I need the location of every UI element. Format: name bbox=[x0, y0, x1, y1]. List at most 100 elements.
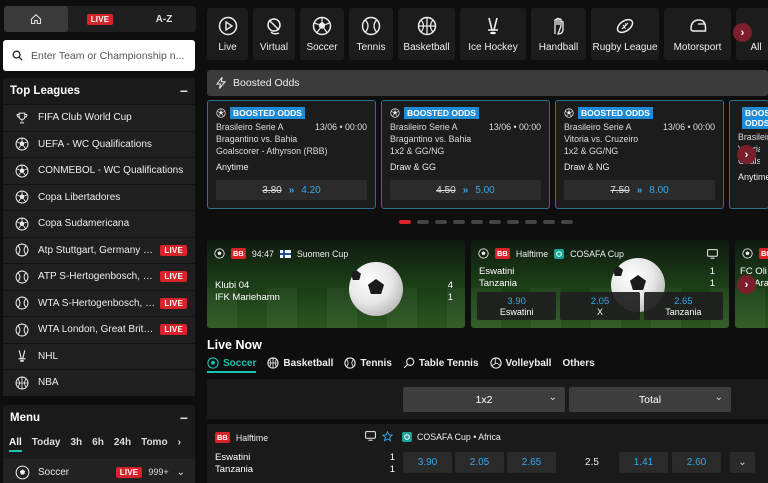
league-item[interactable]: Copa Sudamericana bbox=[3, 210, 195, 237]
sports-next-button[interactable]: › bbox=[733, 23, 752, 42]
tv-icon[interactable] bbox=[365, 431, 376, 441]
helmet-icon bbox=[689, 18, 706, 32]
tab-basketball[interactable]: Basketball bbox=[267, 357, 333, 373]
collapse-icon[interactable]: − bbox=[180, 410, 188, 426]
sport-label: Ice Hockey bbox=[468, 41, 518, 53]
carousel-dot[interactable] bbox=[507, 220, 519, 224]
live-tab[interactable]: LIVE bbox=[68, 6, 132, 32]
carousel-dot[interactable] bbox=[489, 220, 501, 224]
bb-badge: BB bbox=[759, 248, 768, 259]
tab-table-tennis[interactable]: Table Tennis bbox=[403, 357, 479, 373]
left-sidebar: LIVE A-Z Top Leagues − FIFA Club World C… bbox=[0, 0, 200, 483]
odds-button-under[interactable]: 2.60 bbox=[672, 452, 721, 473]
carousel-dot[interactable] bbox=[543, 220, 555, 224]
boosted-next-button[interactable]: › bbox=[737, 145, 756, 164]
league-item[interactable]: UEFA - WC Qualifications bbox=[3, 130, 195, 157]
home-team: Klubi 04 bbox=[215, 280, 250, 291]
match-name: Vitoria vs. Cruzeiro bbox=[564, 134, 639, 144]
live-match-card[interactable]: BB 94:47 Suomen Cup Klubi 04 4 IFK Marieh… bbox=[207, 240, 465, 328]
tab-others[interactable]: Others bbox=[562, 357, 594, 373]
sport-tennis[interactable]: Tennis bbox=[349, 8, 393, 60]
expand-event-button[interactable]: ⌄ bbox=[730, 452, 755, 473]
carousel-dot[interactable] bbox=[453, 220, 465, 224]
league-item[interactable]: NHL bbox=[3, 342, 195, 369]
star-icon[interactable] bbox=[382, 431, 393, 442]
chevron-right-icon[interactable]: › bbox=[178, 437, 181, 448]
sport-label: Live bbox=[218, 41, 237, 53]
az-tab[interactable]: A-Z bbox=[132, 6, 196, 32]
carousel-dot[interactable] bbox=[471, 220, 483, 224]
odds-button-draw[interactable]: 2.05 bbox=[455, 452, 504, 473]
tv-icon[interactable] bbox=[707, 249, 718, 259]
carousel-dot[interactable] bbox=[435, 220, 447, 224]
sport-basketball[interactable]: Basketball bbox=[398, 8, 455, 60]
menu-tab-24h[interactable]: 24h bbox=[114, 437, 131, 448]
hockey-icon bbox=[488, 17, 498, 34]
boosted-odds-tag: BOOSTED ODDS bbox=[742, 107, 768, 129]
boosted-odds-button[interactable]: 3.80 » 4.20 bbox=[216, 180, 367, 200]
market-select[interactable]: 1x2 ⌄ bbox=[403, 387, 565, 412]
boosted-odds-button[interactable]: 7.50 » 8.00 bbox=[564, 180, 715, 200]
league-item[interactable]: WTA London, Great Britai... LIVE bbox=[3, 316, 195, 343]
boosted-odds-button[interactable]: 4.50 » 5.00 bbox=[390, 180, 541, 200]
search-box bbox=[3, 40, 195, 71]
sport-live[interactable]: Live bbox=[207, 8, 248, 60]
sport-motorsport[interactable]: Motorsport bbox=[664, 8, 731, 60]
league-item[interactable]: ATP S-Hertogenbosch, Ne... LIVE bbox=[3, 263, 195, 290]
odds-button-over[interactable]: 1.41 bbox=[619, 452, 668, 473]
search-input[interactable] bbox=[31, 49, 191, 62]
double-chevron-icon: » bbox=[288, 184, 295, 196]
league-item[interactable]: Copa Libertadores bbox=[3, 183, 195, 210]
carousel-dot[interactable] bbox=[417, 220, 429, 224]
sport-soccer[interactable]: Soccer bbox=[300, 8, 344, 60]
carousel-dot[interactable] bbox=[399, 220, 411, 224]
menu-tab-all[interactable]: All bbox=[9, 437, 22, 452]
tennis-icon bbox=[15, 323, 29, 337]
menu-item-soccer[interactable]: Soccer LIVE 999+ ⌄ bbox=[3, 459, 195, 483]
league-name: Copa Libertadores bbox=[38, 191, 121, 203]
odds-button-away[interactable]: 2.65 Tanzania bbox=[643, 292, 723, 320]
tab-volleyball[interactable]: Volleyball bbox=[489, 357, 551, 373]
boosted-odds-card[interactable]: BOOSTED ODDS Brasileiro Serie A 13/06 • 00… bbox=[381, 100, 550, 209]
menu-header[interactable]: Menu − bbox=[3, 405, 195, 431]
volleyball-icon bbox=[489, 357, 502, 369]
market-selection: Anytime bbox=[216, 162, 249, 172]
tab-soccer[interactable]: Soccer bbox=[207, 357, 257, 373]
sport-rugby-league[interactable]: Rugby League bbox=[591, 8, 659, 60]
menu-tab-tomorrow[interactable]: Tomo bbox=[141, 437, 167, 448]
live-event-row[interactable]: BB Halftime COSAFA Cup • Africa Eswatini… bbox=[207, 424, 768, 483]
sport-label: Motorsport bbox=[673, 41, 722, 53]
carousel-dot[interactable] bbox=[525, 220, 537, 224]
league-item[interactable]: WTA S-Hertogenbosch, Ne... LIVE bbox=[3, 289, 195, 316]
total-select[interactable]: Total ⌄ bbox=[569, 387, 731, 412]
league-item[interactable]: NBA bbox=[3, 369, 195, 396]
carousel-dot[interactable] bbox=[561, 220, 573, 224]
home-tab[interactable] bbox=[4, 6, 68, 32]
match-name: Bragantino vs. Bahia bbox=[390, 134, 472, 144]
menu-tab-6h[interactable]: 6h bbox=[92, 437, 104, 448]
live-match-card[interactable]: BB Halftime COSAFA Cup Eswatini 1 Tanzani… bbox=[471, 240, 729, 328]
odds-button-draw[interactable]: 2.05 X bbox=[560, 292, 640, 320]
live-cards-next-button[interactable]: › bbox=[737, 275, 756, 294]
league-item[interactable]: Atp Stuttgart, Germany M... LIVE bbox=[3, 236, 195, 263]
market-detail: 1x2 & GG/NG bbox=[564, 146, 619, 156]
league-name: FIFA Club World Cup bbox=[38, 112, 132, 124]
menu-tab-3h[interactable]: 3h bbox=[71, 437, 83, 448]
odds-button-home[interactable]: 3.90 Eswatini bbox=[477, 292, 557, 320]
chevron-down-icon[interactable]: ⌄ bbox=[177, 467, 185, 478]
sport-virtual[interactable]: Virtual bbox=[253, 8, 295, 60]
menu-tab-today[interactable]: Today bbox=[32, 437, 61, 448]
top-leagues-header[interactable]: Top Leagues − bbox=[3, 78, 195, 104]
boosted-odds-card[interactable]: BOOSTED ODDS Brasileiro Serie A 13/06 • 00… bbox=[207, 100, 376, 209]
sport-ice-hockey[interactable]: Ice Hockey bbox=[460, 8, 526, 60]
odds-button-away[interactable]: 2.65 bbox=[507, 452, 556, 473]
chevron-down-icon: ⌄ bbox=[548, 392, 557, 403]
boosted-odds-card[interactable]: BOOSTED ODDS Brasileiro Serie A 13/06 • 00… bbox=[555, 100, 724, 209]
sport-label: Virtual bbox=[259, 41, 289, 53]
collapse-icon[interactable]: − bbox=[180, 83, 188, 99]
tab-tennis[interactable]: Tennis bbox=[344, 357, 392, 373]
odds-button-home[interactable]: 3.90 bbox=[403, 452, 452, 473]
sport-handball[interactable]: Handball bbox=[531, 8, 586, 60]
league-item[interactable]: CONMEBOL - WC Qualifications bbox=[3, 157, 195, 184]
league-item[interactable]: FIFA Club World Cup bbox=[3, 104, 195, 131]
